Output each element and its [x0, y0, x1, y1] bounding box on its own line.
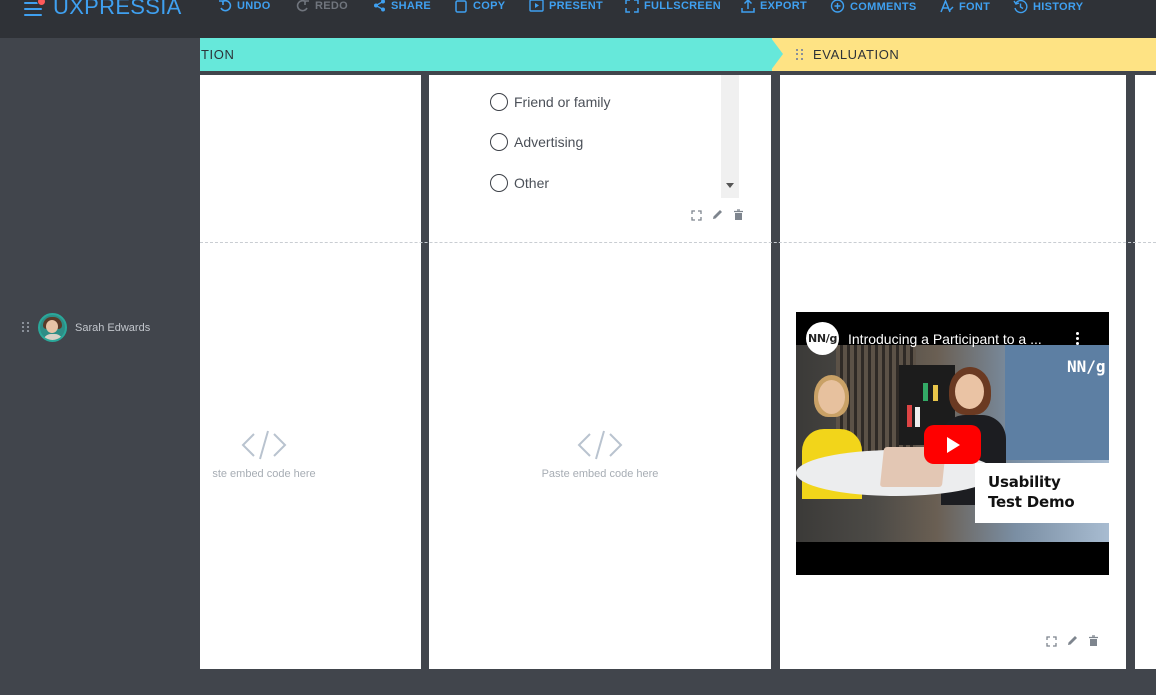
stage-column: ste embed code here [200, 75, 421, 669]
copy-label: COPY [473, 0, 506, 12]
share-button[interactable]: SHARE [373, 0, 431, 12]
card-actions [691, 208, 744, 226]
redo-icon [296, 0, 309, 12]
radio-option[interactable]: Friend or family [490, 93, 610, 111]
embedded-video[interactable]: NN/g Usability Test Demo NN/g Introducin… [796, 312, 1109, 575]
comments-icon [830, 0, 845, 13]
lane-divider [200, 242, 1156, 243]
share-icon [374, 0, 385, 12]
toolbar: UNDO REDO SHARE COPY PRESENT FULLSCREEN … [0, 0, 1156, 14]
font-button[interactable]: FONT [939, 0, 990, 14]
delete-icon[interactable] [733, 208, 744, 226]
delete-icon[interactable] [1088, 634, 1099, 652]
video-title[interactable]: Introducing a Participant to a ... [848, 331, 1070, 347]
video-header: NN/g Introducing a Participant to a ... [796, 312, 1109, 355]
font-icon [940, 0, 954, 13]
radio-button[interactable] [490, 174, 508, 192]
copy-button[interactable]: COPY [454, 0, 505, 13]
stage-label: EVALUATION [813, 47, 900, 62]
code-icon [577, 430, 623, 460]
option-label: Friend or family [514, 94, 611, 110]
undo-button[interactable]: UNDO [218, 0, 271, 13]
undo-label: UNDO [237, 0, 271, 12]
drag-handle-icon[interactable] [22, 321, 30, 334]
copy-icon [455, 0, 467, 13]
share-label: SHARE [391, 0, 432, 12]
fullscreen-label: FULLSCREEN [644, 0, 721, 12]
persona-row[interactable]: Sarah Edwards [22, 313, 150, 342]
export-button[interactable]: EXPORT [741, 0, 807, 13]
embed-hint: ste embed code here [212, 468, 316, 480]
expand-icon[interactable] [1046, 634, 1057, 652]
stage-label: TION [201, 47, 235, 62]
fullscreen-button[interactable]: FULLSCREEN [625, 0, 721, 13]
video-caption: Usability Test Demo [988, 473, 1075, 511]
edit-icon[interactable] [711, 208, 724, 226]
persona-name: Sarah Edwards [75, 321, 151, 334]
comments-button[interactable]: COMMENTS [830, 0, 917, 14]
stage-column [1135, 75, 1156, 669]
history-button[interactable]: HISTORY [1013, 0, 1083, 14]
survey-card: Friend or family Advertising Other [429, 75, 755, 198]
scroll-down-arrow-icon[interactable] [726, 183, 734, 188]
video-caption-card: Usability Test Demo [975, 463, 1109, 523]
expand-icon[interactable] [691, 208, 702, 226]
history-label: HISTORY [1033, 0, 1084, 13]
radio-button[interactable] [490, 133, 508, 151]
present-icon [529, 0, 544, 12]
embed-hint: Paste embed code here [541, 468, 659, 480]
radio-option[interactable]: Other [490, 174, 549, 192]
stage-arrow [771, 38, 783, 70]
radio-button[interactable] [490, 93, 508, 111]
export-label: EXPORT [760, 0, 808, 12]
scrollbar[interactable] [721, 75, 739, 198]
video-watermark: NN/g [1067, 357, 1106, 376]
comments-label: COMMENTS [850, 0, 917, 13]
avatar[interactable] [38, 313, 67, 342]
video-thumbnail[interactable]: NN/g Usability Test Demo [796, 345, 1109, 542]
stage-banner-consideration[interactable]: TION [200, 38, 772, 71]
history-icon [1013, 0, 1028, 14]
channel-avatar[interactable]: NN/g [806, 322, 839, 355]
top-bar: UXPRESSIA UNDO REDO SHARE COPY PRESENT F… [0, 0, 1156, 38]
persona-rail: Sarah Edwards [0, 38, 200, 695]
redo-label: REDO [315, 0, 348, 12]
play-button[interactable] [924, 425, 981, 464]
option-label: Other [514, 175, 550, 191]
fullscreen-icon [625, 0, 639, 13]
present-button[interactable]: PRESENT [529, 0, 603, 12]
card-actions [1046, 634, 1099, 652]
more-options-icon[interactable] [1076, 332, 1080, 346]
present-label: PRESENT [549, 0, 604, 12]
stage-column: Friend or family Advertising Other Paste… [429, 75, 771, 669]
embed-placeholder[interactable]: Paste embed code here [535, 430, 665, 480]
option-label: Advertising [514, 134, 584, 150]
stage-column: NN/g Usability Test Demo NN/g Introducin… [780, 75, 1126, 669]
embed-placeholder[interactable]: ste embed code here [200, 430, 328, 480]
stage-banner-evaluation[interactable]: EVALUATION [772, 38, 1156, 71]
export-icon [741, 0, 755, 13]
redo-button[interactable]: REDO [296, 0, 348, 13]
font-label: FONT [959, 0, 991, 13]
code-icon [241, 430, 287, 460]
radio-option[interactable]: Advertising [490, 133, 583, 151]
edit-icon[interactable] [1066, 634, 1079, 652]
undo-icon [219, 0, 232, 12]
drag-handle-icon[interactable] [796, 49, 804, 61]
